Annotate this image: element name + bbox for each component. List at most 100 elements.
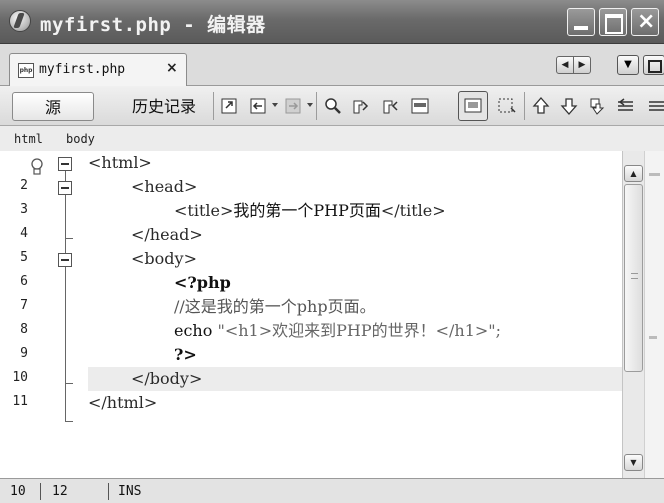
toggle-highlight-icon[interactable]	[410, 96, 430, 116]
history-view-button[interactable]: 历史记录	[120, 92, 208, 121]
code-content: ?>	[88, 345, 197, 364]
thumb-grip-icon	[631, 273, 638, 279]
line-number-gutter: 2 3 4 5 6 7 8 9 10 11	[0, 151, 88, 478]
code-token: <title>	[174, 201, 234, 220]
line-number: 7	[20, 298, 28, 313]
code-content: <head>	[88, 177, 197, 196]
scroll-thumb[interactable]	[624, 184, 643, 372]
scroll-tabs-right-button[interactable]: ▶	[573, 56, 591, 74]
back-dropdown-icon[interactable]	[272, 103, 278, 107]
toolbar-separator	[524, 92, 525, 120]
restore-window-button[interactable]	[643, 55, 664, 75]
fold-body-icon[interactable]	[58, 253, 72, 267]
error-stripe[interactable]	[644, 151, 664, 478]
editor-toolbar: 源 历史记录	[0, 86, 664, 126]
find-next-icon[interactable]	[381, 96, 401, 116]
fold-head-icon[interactable]	[58, 181, 72, 195]
back-icon[interactable]	[249, 96, 269, 116]
line-number: 6	[20, 274, 28, 289]
status-column-number: 12	[52, 484, 68, 499]
stripe-marker[interactable]	[649, 336, 657, 339]
scroll-up-button[interactable]: ▲	[624, 165, 643, 182]
code-content: </html>	[88, 393, 157, 412]
code-line[interactable]: echo "<h1>欢迎来到PHP的世界！</h1>";	[88, 319, 622, 343]
code-content: </body>	[88, 369, 202, 388]
toggle-rect-select-icon[interactable]	[497, 96, 517, 116]
code-token: </html>	[88, 393, 158, 412]
forward-icon[interactable]	[284, 96, 304, 116]
status-separator	[108, 483, 109, 500]
lightbulb-hint-icon[interactable]	[30, 158, 44, 176]
next-bookmark-icon[interactable]	[559, 96, 579, 116]
toolbar-separator	[213, 92, 214, 120]
breadcrumb-body[interactable]: body	[66, 132, 95, 146]
line-number: 2	[20, 178, 28, 193]
code-line[interactable]: <?php	[88, 271, 622, 295]
previous-bookmark-icon[interactable]	[531, 96, 551, 116]
code-token: <?php	[174, 273, 231, 292]
show-opened-documents-button[interactable]: ▼	[617, 55, 639, 75]
code-token: "<h1>欢迎来到PHP的世界！</h1>";	[217, 321, 502, 340]
stripe-marker[interactable]	[649, 173, 660, 176]
forward-dropdown-icon[interactable]	[307, 103, 313, 107]
code-line[interactable]: </head>	[88, 223, 622, 247]
status-insert-mode[interactable]: INS	[118, 484, 141, 499]
code-line[interactable]: ?>	[88, 343, 622, 367]
code-line[interactable]: <title>我的第一个PHP页面</title>	[88, 199, 622, 223]
tab-myfirst-php[interactable]: php myfirst.php ×	[9, 53, 187, 86]
code-token: <html>	[88, 153, 152, 172]
tab-label: myfirst.php	[39, 62, 126, 77]
code-token: <head>	[131, 177, 198, 196]
line-number: 9	[20, 346, 28, 361]
window-title: myfirst.php - 编辑器	[40, 14, 266, 36]
toolbar-separator	[316, 92, 317, 120]
code-token: //这是我的第一个php页面。	[174, 297, 376, 316]
document-tab-bar: php myfirst.php × ◀ ▶ ▼	[0, 44, 664, 86]
toggle-rect-select-icon[interactable]	[463, 96, 483, 116]
shift-right-icon[interactable]	[646, 96, 664, 116]
fold-html-icon[interactable]	[58, 157, 72, 171]
code-line[interactable]: <html>	[88, 151, 622, 175]
code-content: echo "<h1>欢迎来到PHP的世界！</h1>";	[88, 321, 501, 340]
tab-close-icon[interactable]: ×	[166, 60, 178, 76]
code-line[interactable]: </body>	[88, 367, 622, 391]
status-bar: 10 12 INS	[0, 478, 664, 503]
code-content: </head>	[88, 225, 203, 244]
breadcrumb: html body	[0, 126, 664, 151]
find-previous-icon[interactable]	[351, 96, 371, 116]
vertical-scrollbar[interactable]: ▲ ▼	[622, 151, 644, 478]
code-line[interactable]: //这是我的第一个php页面。	[88, 295, 622, 319]
close-button[interactable]: ×	[631, 8, 659, 36]
title-bar: myfirst.php - 编辑器 ×	[0, 0, 664, 44]
status-separator	[40, 483, 41, 500]
minimize-button[interactable]	[567, 8, 595, 36]
app-logo-icon	[9, 10, 31, 32]
toggle-bookmark-icon[interactable]	[587, 96, 607, 116]
code-token: </title>	[380, 201, 446, 220]
find-icon[interactable]	[323, 96, 343, 116]
scroll-down-button[interactable]: ▼	[624, 454, 643, 471]
code-content: //这是我的第一个php页面。	[88, 297, 376, 316]
code-token: ?>	[174, 345, 197, 364]
code-line[interactable]: </html>	[88, 391, 622, 415]
line-number: 5	[20, 250, 28, 265]
shift-left-icon[interactable]	[615, 96, 635, 116]
scroll-tabs-left-button[interactable]: ◀	[556, 56, 574, 74]
code-line[interactable]: <body>	[88, 247, 622, 271]
code-line[interactable]: <head>	[88, 175, 622, 199]
code-editor[interactable]: 2 3 4 5 6 7 8 9 10 11 <html> <head> <title…	[0, 151, 622, 478]
breadcrumb-html[interactable]: html	[14, 132, 43, 146]
line-number: 4	[20, 226, 28, 241]
code-token: </body>	[131, 369, 203, 388]
code-content: <?php	[88, 273, 231, 292]
last-edit-icon[interactable]	[220, 96, 240, 116]
status-line-number: 10	[10, 484, 26, 499]
code-content: <html>	[88, 153, 152, 172]
maximize-button[interactable]	[599, 8, 627, 36]
code-token: echo	[174, 321, 218, 340]
code-token: 我的第一个PHP页面	[233, 201, 381, 220]
fold-end-marker	[65, 238, 73, 239]
code-content: <body>	[88, 249, 197, 268]
code-token: </head>	[131, 225, 203, 244]
source-view-button[interactable]: 源	[12, 92, 94, 121]
